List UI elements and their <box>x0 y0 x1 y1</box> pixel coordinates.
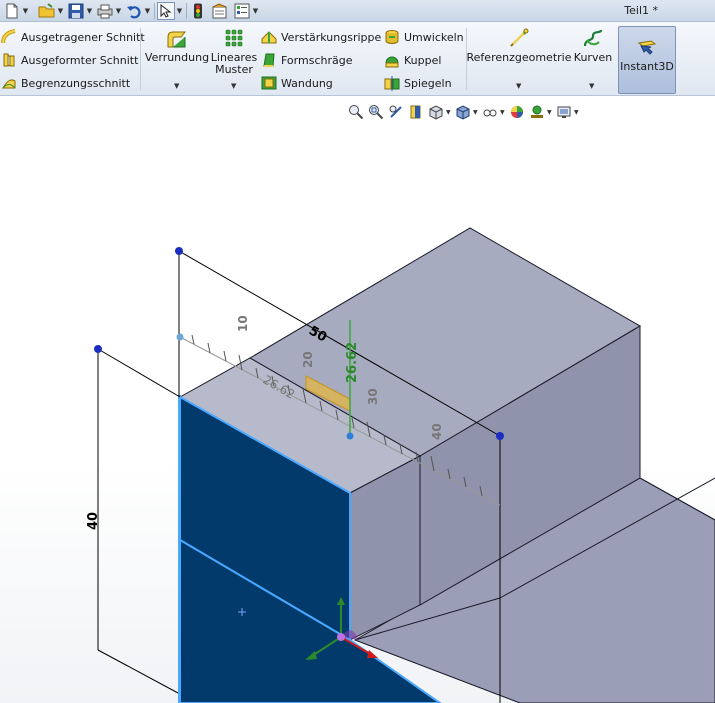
ruler-origin-handle[interactable] <box>176 333 184 341</box>
spiegeln-button[interactable]: Spiegeln <box>384 73 452 93</box>
umwickeln-label: Umwickeln <box>404 30 464 44</box>
dimension-handle[interactable] <box>496 432 504 440</box>
instant3d-icon <box>637 40 657 55</box>
swept-cut-icon <box>1 29 16 44</box>
dome-icon <box>385 56 399 68</box>
rib-icon <box>261 31 277 44</box>
linear-pattern-icon <box>225 29 243 47</box>
ruler-drag-handle[interactable] <box>346 432 354 440</box>
select-pointer-icon[interactable] <box>157 2 175 20</box>
ruler-tick-label: 40 <box>430 423 444 440</box>
lineares-muster-dropdown[interactable]: ▼ <box>231 82 236 90</box>
shell-icon <box>261 76 277 90</box>
print-dropdown[interactable]: ▼ <box>114 2 123 20</box>
toolbar-separator <box>154 3 155 19</box>
rebuild-traffic-light-icon[interactable] <box>189 2 207 20</box>
ausgeformter-schnitt-button[interactable]: Ausgeformter Schnitt <box>1 50 138 70</box>
open-folder-icon[interactable] <box>38 2 56 20</box>
save-icon[interactable] <box>67 2 85 20</box>
model-scene: 50 40 26.62 26.62 10 20 30 40 <box>86 227 715 703</box>
referenzgeometrie-dropdown[interactable]: ▼ <box>516 82 521 90</box>
new-dropdown[interactable]: ▼ <box>21 2 30 20</box>
reference-geometry-icon <box>510 28 529 47</box>
verrundung-button[interactable]: Verrundung <box>144 28 210 64</box>
referenzgeometrie-label: Referenzgeometrie <box>466 51 572 64</box>
verstaerkungsrippe-label: Verstärkungsrippe <box>281 30 382 44</box>
file-properties-icon[interactable] <box>211 2 229 20</box>
new-document-icon[interactable] <box>3 2 21 20</box>
wrap-icon <box>385 30 399 44</box>
title-bar: ▼ ▼ ▼ ▼ ▼ ▼ ▼ Teil1 * <box>0 0 715 22</box>
features-ribbon: Ausgetragener Schnitt Ausgeformter Schni… <box>0 22 715 96</box>
wandung-button[interactable]: Wandung <box>261 73 333 93</box>
formschraege-button[interactable]: Formschräge <box>261 50 352 70</box>
quick-access-toolbar: ▼ ▼ ▼ ▼ ▼ ▼ ▼ <box>3 2 260 20</box>
options-dropdown[interactable]: ▼ <box>251 2 260 20</box>
ausgeformter-schnitt-label: Ausgeformter Schnitt <box>21 53 139 67</box>
ruler-value-label: 26.62 <box>345 342 360 383</box>
wandung-label: Wandung <box>281 76 333 90</box>
kuppel-button[interactable]: Kuppel <box>384 50 441 70</box>
dimension-40-label[interactable]: 40 <box>86 512 101 530</box>
instant3d-label: Instant3D <box>620 60 674 73</box>
begrenzungsschnitt-button[interactable]: Begrenzungsschnitt <box>1 73 130 93</box>
mirror-icon <box>384 76 400 91</box>
ribbon-separator <box>140 28 141 90</box>
fillet-icon <box>167 31 187 48</box>
graphics-area[interactable]: ▼ ▼ ▼ ▼ ▼ 50 40 26.62 26.62 10 20 30 40 <box>0 97 715 703</box>
kurven-button[interactable]: Kurven <box>571 28 615 64</box>
ruler-tick-label: 10 <box>236 315 250 332</box>
verstaerkungsrippe-button[interactable]: Verstärkungsrippe <box>261 27 381 47</box>
begrenzungsschnitt-label: Begrenzungsschnitt <box>21 76 131 90</box>
save-dropdown[interactable]: ▼ <box>85 2 94 20</box>
undo-dropdown[interactable]: ▼ <box>143 2 152 20</box>
referenzgeometrie-button[interactable]: Referenzgeometrie <box>467 28 572 64</box>
draft-icon <box>263 53 275 67</box>
curves-icon <box>583 29 603 47</box>
kurven-label: Kurven <box>573 51 613 64</box>
ruler-tick-label: 20 <box>301 351 315 368</box>
spiegeln-label: Spiegeln <box>404 76 452 90</box>
undo-icon[interactable] <box>125 2 143 20</box>
lineares-muster-button[interactable]: Lineares Muster <box>209 28 259 76</box>
verrundung-label: Verrundung <box>144 51 210 64</box>
instant3d-content: Instant3D <box>620 37 674 73</box>
dimension-handle[interactable] <box>94 345 102 353</box>
open-dropdown[interactable]: ▼ <box>56 2 65 20</box>
kuppel-label: Kuppel <box>404 53 442 67</box>
kurven-dropdown[interactable]: ▼ <box>589 82 594 90</box>
ruler-tick-label: 30 <box>366 388 380 405</box>
umwickeln-button[interactable]: Umwickeln <box>384 27 464 47</box>
document-title: Teil1 * <box>624 4 658 17</box>
dimension-handle[interactable] <box>175 247 183 255</box>
toolbar-separator <box>186 3 187 19</box>
select-dropdown[interactable]: ▼ <box>175 2 184 20</box>
lofted-cut-icon <box>3 53 15 67</box>
ausgetragener-schnitt-label: Ausgetragener Schnitt <box>21 30 145 44</box>
print-icon[interactable] <box>96 2 114 20</box>
verrundung-dropdown[interactable]: ▼ <box>174 82 179 90</box>
muster-label: Muster <box>215 63 253 76</box>
options-icon[interactable] <box>233 2 251 20</box>
boundary-cut-icon <box>2 79 16 89</box>
formschraege-label: Formschräge <box>281 53 353 67</box>
instant3d-button[interactable]: Instant3D <box>618 26 676 94</box>
ausgetragener-schnitt-button[interactable]: Ausgetragener Schnitt <box>1 27 145 47</box>
